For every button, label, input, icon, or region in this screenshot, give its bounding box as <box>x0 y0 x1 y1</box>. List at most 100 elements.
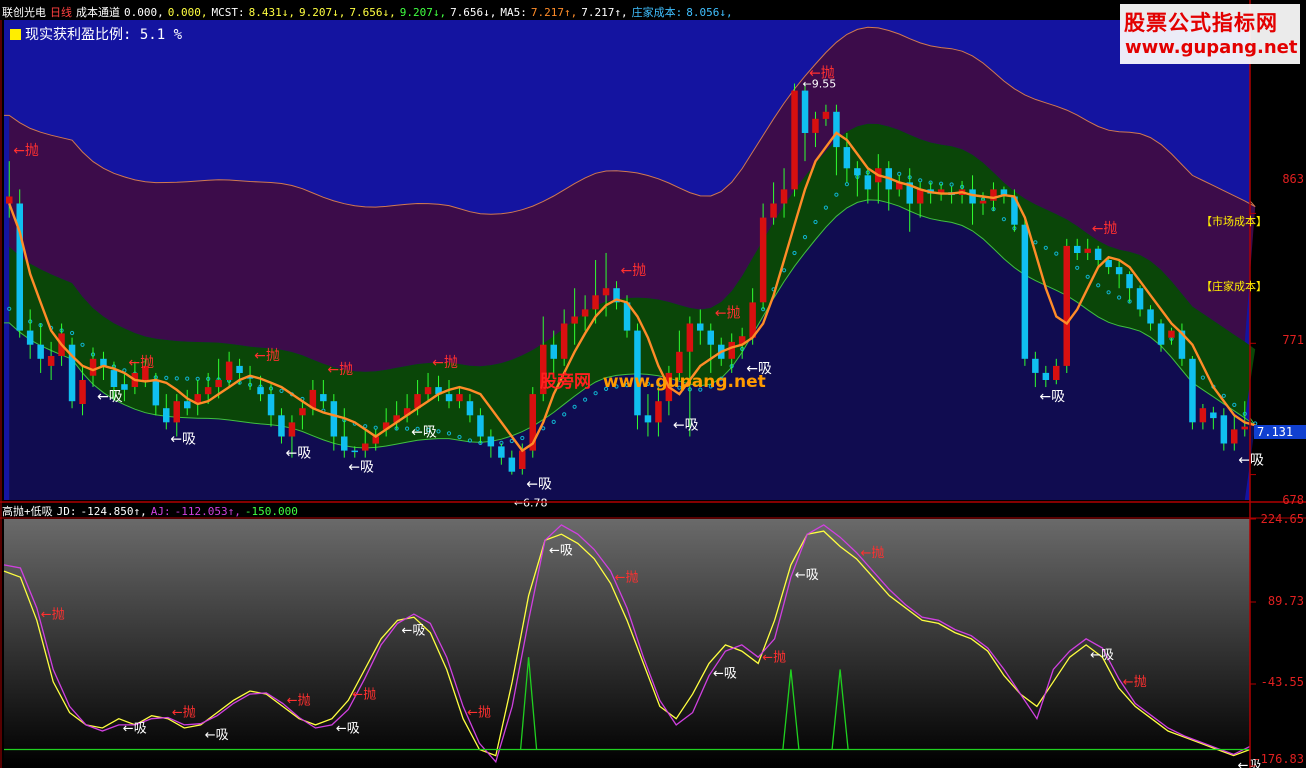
candle-body <box>6 196 13 204</box>
candle-body <box>477 415 484 437</box>
candle-body <box>184 401 191 409</box>
price-tick-771: 771 <box>1282 333 1304 347</box>
candle-body <box>1063 245 1070 366</box>
candle-body <box>1032 358 1039 373</box>
signal-buy: ←吸 <box>348 460 374 476</box>
candle-body <box>1021 224 1029 359</box>
watermark-url: www.gupang.net <box>1125 37 1298 58</box>
candle-body <box>780 189 788 204</box>
low-price-mark: ←6.78 <box>514 497 548 510</box>
candle-body <box>1210 412 1217 419</box>
signal-buy: ←吸 <box>1238 453 1264 469</box>
candle-body <box>288 422 296 437</box>
indicator-panel-bg <box>4 519 1250 766</box>
candle-body <box>1105 260 1112 268</box>
ind-tick-3: -176.83 <box>1253 752 1304 766</box>
candle-body <box>79 380 86 404</box>
candle-body <box>770 203 777 218</box>
candle-body <box>749 302 756 338</box>
candle-body <box>445 394 453 402</box>
indicator-signal-sell: ←抛 <box>41 607 65 622</box>
indicator-signal-sell: ←抛 <box>467 706 491 721</box>
ma5-value: 7.217↑, <box>581 6 628 19</box>
indicator-signal-buy: ←吸 <box>336 722 360 737</box>
indicator-signal-sell: ←抛 <box>762 650 786 665</box>
candle-body <box>571 316 578 324</box>
candle-body <box>47 356 55 366</box>
dealer-cost-label: 【庄家成本】 <box>1201 280 1267 293</box>
chart-watermark-cn: 股旁网 <box>540 372 591 392</box>
candle-body <box>37 344 44 359</box>
indicator-signal-sell: ←抛 <box>615 570 639 585</box>
period-label[interactable]: 日线 <box>50 6 72 19</box>
aj-value: -112.053↑, <box>174 505 241 518</box>
indicator-signal-sell: ←抛 <box>352 687 376 702</box>
ind-tick-1: 89.73 <box>1267 594 1304 608</box>
candle-body <box>1074 245 1081 253</box>
candle-body <box>362 443 369 451</box>
candle-body <box>843 147 851 169</box>
candle-body <box>1220 415 1228 444</box>
candle-body <box>1231 429 1238 444</box>
candle-body <box>173 401 180 423</box>
candle-body <box>163 408 170 423</box>
stock-name: 联创光电 <box>2 6 46 19</box>
candle-body <box>812 118 819 133</box>
candle-body <box>864 175 872 190</box>
candle-body <box>759 217 767 303</box>
candle-body <box>644 415 652 423</box>
candle-body <box>110 370 118 387</box>
mcst-value: 8.431↓, <box>248 6 295 19</box>
ind-tick-0: 224.65 <box>1260 512 1304 526</box>
signal-buy: ←吸 <box>286 446 312 462</box>
candle-body <box>655 401 662 423</box>
candle-body <box>1241 426 1248 430</box>
candle-body <box>225 361 233 380</box>
signal-sell: ←抛 <box>1092 221 1118 237</box>
signal-sell: ←抛 <box>715 306 741 322</box>
candle-body <box>697 323 704 331</box>
candle-body <box>1084 248 1091 253</box>
candle-body <box>854 168 861 176</box>
candle-body <box>801 90 809 133</box>
candle-body <box>1157 323 1165 345</box>
jd-label: JD: <box>56 505 77 518</box>
indicator-signal-buy: ←吸 <box>713 666 737 681</box>
candle-body <box>257 387 264 395</box>
candle-body <box>466 401 474 416</box>
chart-watermark: 股旁网 www.gupang.net <box>540 367 766 392</box>
candle-body <box>1189 358 1196 423</box>
value-1: 0.000, <box>124 6 164 19</box>
high-price-mark: ←9.55 <box>803 78 837 91</box>
indicator-signal-buy: ←吸 <box>795 568 819 583</box>
candle-body <box>508 457 516 472</box>
indicator-header: 高抛+低吸 JD: -124.850↑, AJ: -112.053↑, -150.000 <box>2 505 302 519</box>
candle-body <box>320 394 327 402</box>
ma5-value: 7.217↑, <box>530 6 578 19</box>
candle-body <box>833 111 840 148</box>
mcst-value: 7.656↓, <box>349 6 396 19</box>
indicator-signal-buy: ←吸 <box>549 543 573 558</box>
candle-body <box>1147 309 1154 324</box>
value-2: 0.000, <box>167 6 208 19</box>
signal-sell: ←抛 <box>254 348 280 364</box>
signal-buy: ←吸 <box>673 417 699 433</box>
candle-body <box>89 358 97 376</box>
ind-tick-2: -43.55 <box>1260 675 1304 689</box>
mcst-value: 7.656↓, <box>450 6 497 19</box>
indicator-name[interactable]: 成本通道 <box>76 6 120 19</box>
indicator-signal-buy: ←吸 <box>402 623 426 638</box>
indicator-signal-buy: ←吸 <box>123 722 147 737</box>
site-watermark: 股票公式指标网 www.gupang.net <box>1120 4 1300 64</box>
candle-body <box>215 380 222 388</box>
yellow-square-icon <box>10 29 21 40</box>
candle-body <box>26 330 34 345</box>
indicator-signal-buy: ←吸 <box>205 728 229 743</box>
candle-body <box>330 401 338 437</box>
candle-body <box>1094 248 1102 260</box>
candle-body <box>1053 365 1060 380</box>
candle-body <box>299 408 306 416</box>
candle-body <box>341 436 348 451</box>
current-price-tag: 7.131 <box>1254 425 1306 439</box>
indicator-name-lower[interactable]: 高抛+低吸 <box>2 505 53 518</box>
